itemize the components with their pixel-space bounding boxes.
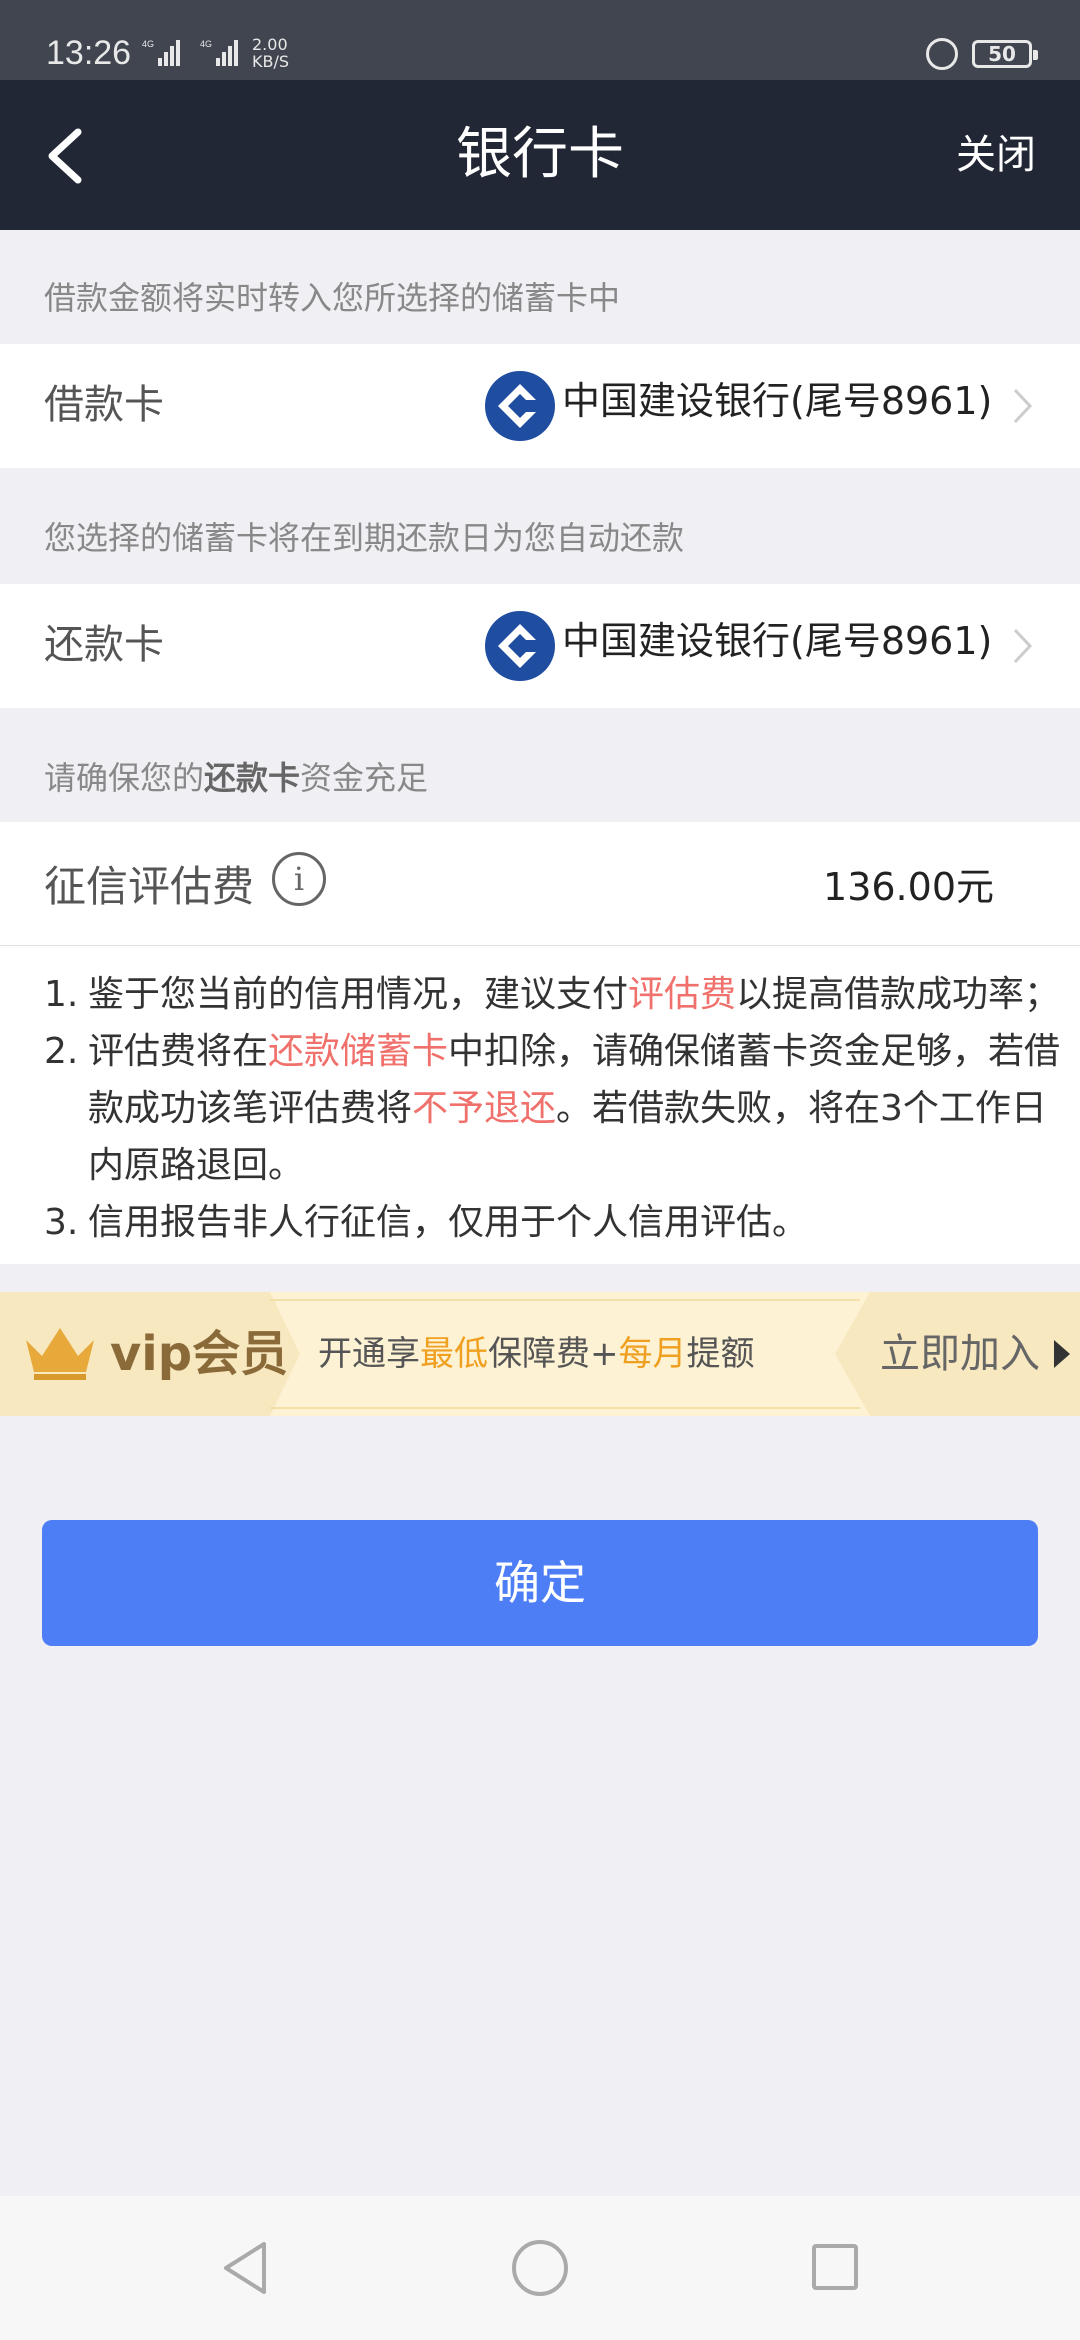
battery-icon: 50 [972,40,1038,68]
rotation-lock-icon [926,38,958,70]
play-arrow-icon [1054,1340,1070,1368]
vip-join-button[interactable]: 立即加入 [880,1328,1040,1380]
nav-recent-apps-icon[interactable] [812,2244,858,2290]
net-speed: 2.00 KB/S [252,35,290,71]
status-bar: 13:26 4G 4G 2.00 KB/S 50 [0,0,1080,80]
svg-text:4G: 4G [142,39,154,49]
system-navigation-bar [0,2196,1080,2340]
fund-hint: 请确保您的还款卡资金充足 [44,759,429,797]
loan-card-bank: 中国建设银行(尾号8961) [562,379,993,423]
nav-back-icon[interactable] [220,2238,272,2298]
nav-home-icon[interactable] [512,2240,568,2296]
vip-banner[interactable]: vip会员 开通享最低保障费+每月提额 立即加入 [0,1292,1080,1416]
fee-value: 136.00元 [823,865,994,909]
note-item: 3. 信用报告非人行征信，仅用于个人信用评估。 [44,1202,809,1243]
ccb-bank-logo-icon [485,611,555,681]
repay-card-row[interactable]: 还款卡 中国建设银行(尾号8961) [0,584,1080,708]
repay-card-hint: 您选择的储蓄卡将在到期还款日为您自动还款 [44,519,685,557]
signal-icon-2: 4G [200,39,238,66]
signal-icon: 4G [142,39,180,66]
chevron-right-icon [1013,628,1033,664]
notes-list: 1. 鉴于您当前的信用情况，建议支付评估费以提高借款成功率； 2. 评估费将在还款储… [0,946,1080,1264]
close-button[interactable]: 关闭 [956,130,1036,180]
loan-card-row[interactable]: 借款卡 中国建设银行(尾号8961) [0,344,1080,468]
note-item: 2. 评估费将在还款储蓄卡中扣除，请确保储蓄卡资金足够，若借款成功该笔评估费将不予… [44,1031,1061,1186]
vip-label: vip会员 [110,1326,289,1382]
repay-card-label: 还款卡 [44,622,164,668]
fee-label: 征信评估费 [44,862,255,911]
info-icon[interactable]: i [272,852,326,906]
ccb-bank-logo-icon [485,371,555,441]
loan-card-hint: 借款金额将实时转入您所选择的储蓄卡中 [44,279,621,317]
note-item: 1. 鉴于您当前的信用情况，建议支付评估费以提高借款成功率； [44,974,1061,1015]
svg-text:4G: 4G [200,39,212,49]
repay-card-bank: 中国建设银行(尾号8961) [562,619,993,663]
crown-icon [26,1328,94,1380]
loan-card-label: 借款卡 [44,382,164,428]
fee-row: 征信评估费 i 136.00元 [0,822,1080,946]
confirm-button[interactable]: 确定 [42,1520,1038,1646]
header: 银行卡 关闭 [0,80,1080,230]
status-time: 13:26 [46,34,132,72]
vip-description: 开通享最低保障费+每月提额 [318,1334,755,1374]
chevron-right-icon [1013,388,1033,424]
page-title: 银行卡 [456,122,624,187]
